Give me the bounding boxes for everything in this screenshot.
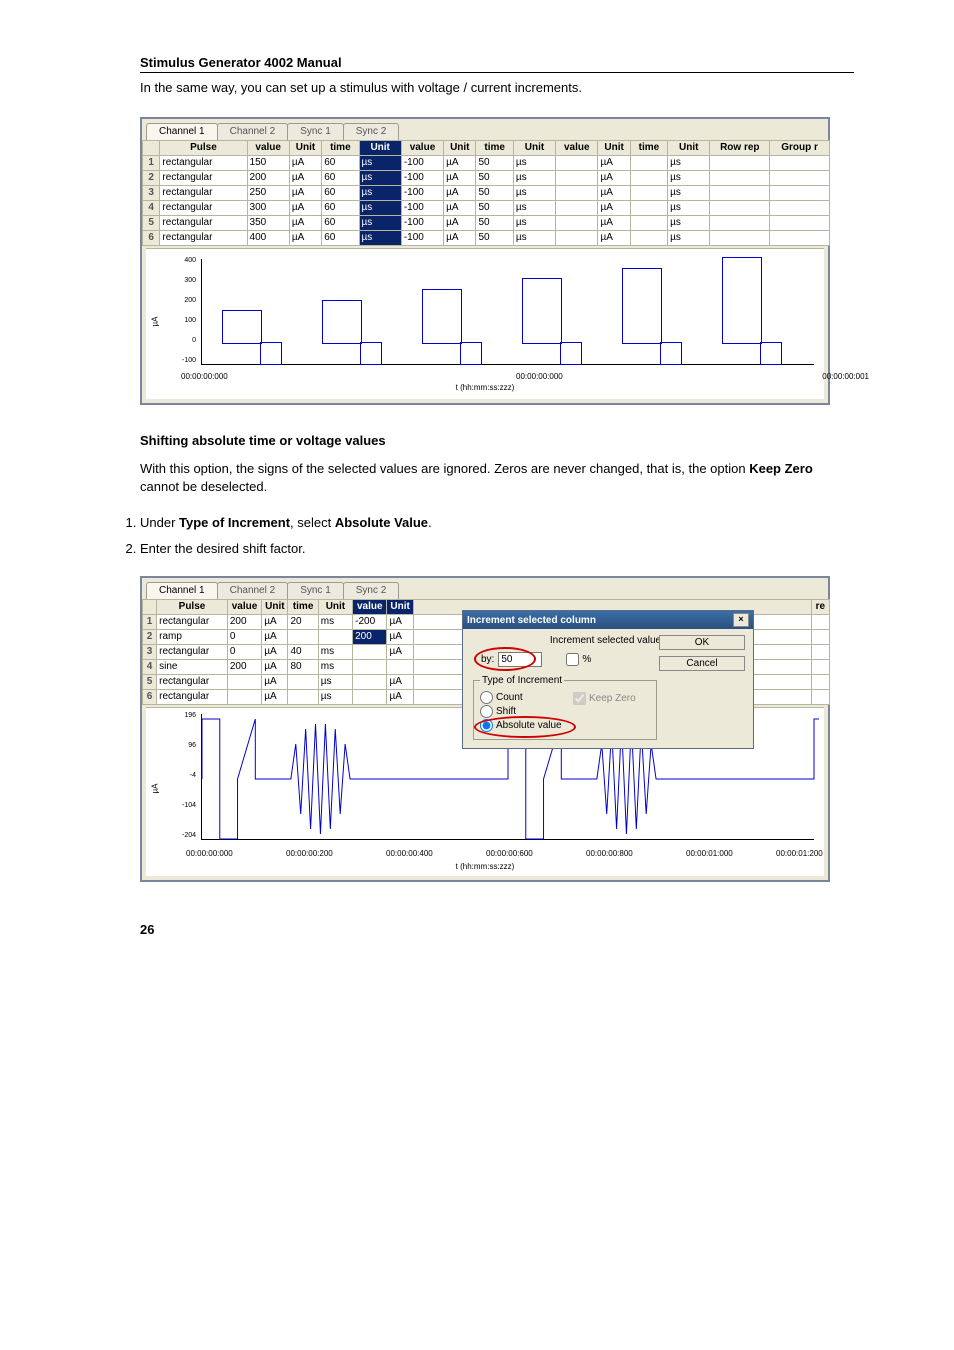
x-axis-label: t (hh:mm:ss:zzz)	[146, 383, 824, 395]
page-number: 26	[140, 922, 854, 937]
table-row[interactable]: 3rectangular250µA60µs-100µA50µsµAµs	[143, 186, 830, 201]
tab-channel-2[interactable]: Channel 2	[217, 582, 289, 599]
table-row[interactable]: 5rectangular350µA60µs-100µA50µsµAµs	[143, 216, 830, 231]
keep-zero-checkbox: Keep Zero	[569, 689, 636, 708]
section-title: Shifting absolute time or voltage values	[140, 433, 854, 448]
type-of-increment-group: Type of Increment Count Shift Absolute v…	[473, 675, 657, 740]
step-1: Under Type of Increment, select Absolute…	[140, 513, 854, 534]
y-axis-label: µA	[150, 316, 159, 326]
increment-dialog: Increment selected column × Increment se…	[462, 610, 754, 749]
screenshot-panel-2: Channel 1 Channel 2 Sync 1 Sync 2 Pulse …	[140, 576, 830, 882]
ok-button[interactable]: OK	[659, 635, 745, 650]
screenshot-panel-1: Channel 1 Channel 2 Sync 1 Sync 2 Pulse …	[140, 117, 830, 405]
table-row[interactable]: 4rectangular300µA60µs-100µA50µsµAµs	[143, 201, 830, 216]
pulse-grid[interactable]: Pulse valueUnittimeUnit valueUnittimeUni…	[142, 140, 830, 246]
cancel-button[interactable]: Cancel	[659, 656, 745, 671]
x-tick: 00:00:00:000	[181, 372, 228, 381]
tab-channel-2[interactable]: Channel 2	[217, 123, 289, 140]
tabs: Channel 1 Channel 2 Sync 1 Sync 2	[142, 119, 828, 140]
x-tick: 00:00:00:001	[822, 372, 869, 381]
by-label: by:	[481, 654, 494, 665]
tab-sync-1[interactable]: Sync 1	[287, 582, 344, 599]
step-2: Enter the desired shift factor.	[140, 539, 854, 560]
tab-channel-1[interactable]: Channel 1	[146, 123, 218, 140]
dialog-titlebar: Increment selected column ×	[463, 611, 753, 629]
grid-header-row: Pulse valueUnittimeUnit valueUnittimeUni…	[143, 141, 830, 156]
by-input[interactable]	[498, 652, 542, 667]
table-row[interactable]: 6rectangular400µA60µs-100µA50µsµAµs	[143, 231, 830, 246]
intro-text: In the same way, you can set up a stimul…	[140, 79, 854, 97]
close-icon[interactable]: ×	[733, 613, 749, 627]
tabs: Channel 1 Channel 2 Sync 1 Sync 2	[142, 578, 828, 599]
tab-sync-2[interactable]: Sync 2	[343, 123, 400, 140]
instruction-list: Under Type of Increment, select Absolute…	[120, 513, 854, 561]
dialog-title-text: Increment selected column	[467, 615, 596, 626]
percent-checkbox[interactable]: %	[562, 650, 591, 669]
x-axis-label: t (hh:mm:ss:zzz)	[146, 862, 824, 874]
section-paragraph: With this option, the signs of the selec…	[140, 460, 854, 496]
x-ticks: 00:00:00:000 00:00:00:200 00:00:00:400 0…	[186, 848, 814, 860]
table-row[interactable]: 1rectangular150µA60µs-100µA50µsµAµs	[143, 156, 830, 171]
tab-sync-1[interactable]: Sync 1	[287, 123, 344, 140]
radio-absolute[interactable]: Absolute value	[480, 719, 650, 732]
document-header: Stimulus Generator 4002 Manual	[140, 55, 854, 73]
x-tick: 00:00:00:000	[516, 372, 563, 381]
chart-1: µA 400 300 200 100 0 -100 00:00:00:000 0…	[146, 248, 824, 399]
tab-channel-1[interactable]: Channel 1	[146, 582, 218, 599]
tab-sync-2[interactable]: Sync 2	[343, 582, 400, 599]
table-row[interactable]: 2rectangular200µA60µs-100µA50µsµAµs	[143, 171, 830, 186]
group-legend: Type of Increment	[480, 675, 564, 686]
y-axis-label: µA	[150, 783, 159, 793]
